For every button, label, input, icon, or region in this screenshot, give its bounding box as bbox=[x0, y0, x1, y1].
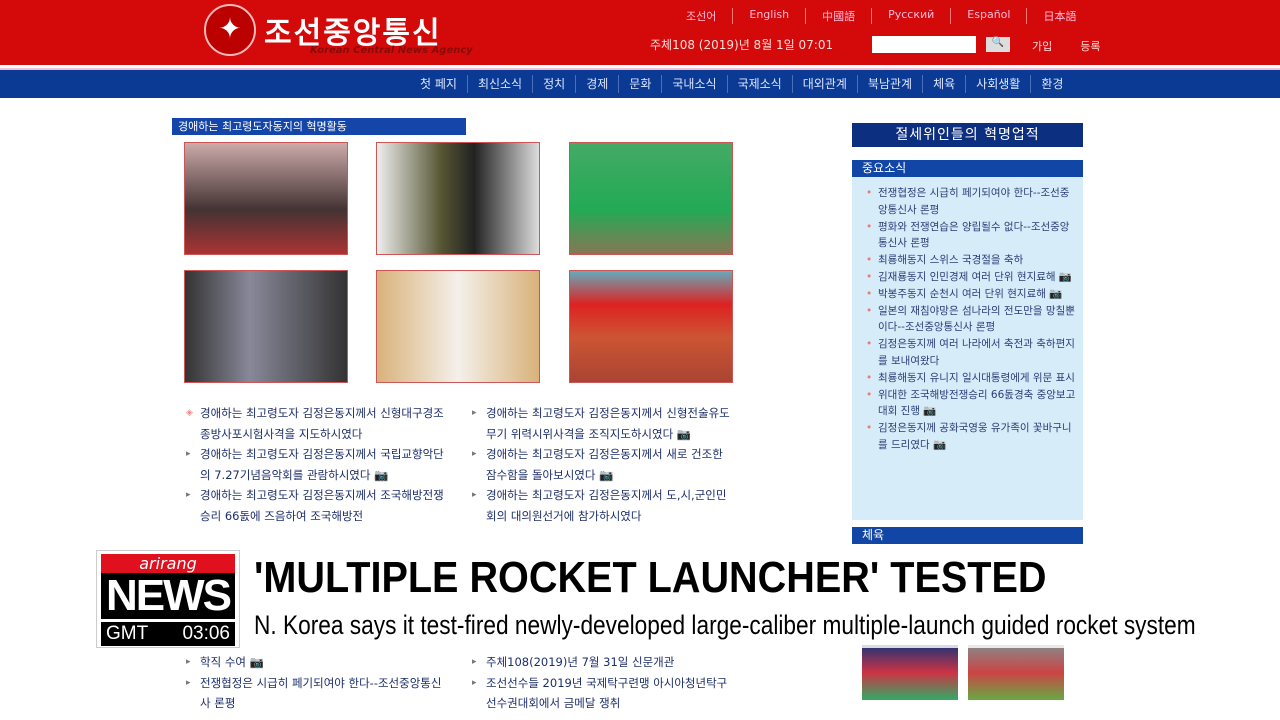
nav-item[interactable]: 체육 bbox=[922, 75, 965, 93]
time: 03:06 bbox=[182, 623, 230, 644]
sidebar-news-link[interactable]: 박봉주동지 순천시 여러 단위 현지료해 📷 bbox=[866, 286, 1077, 303]
sidebar-title[interactable]: 절세위인들의 혁명업적 bbox=[852, 123, 1083, 147]
news-link[interactable]: 경애하는 최고령도자 김정은동지께서 조국해방전쟁승리 66돐에 즈음하여 조국… bbox=[186, 485, 446, 526]
news-link[interactable]: 전쟁협정은 시급히 페기되여야 한다--조선중앙통신사 론평 bbox=[186, 673, 446, 714]
nav-item[interactable]: 사회생활 bbox=[965, 75, 1030, 93]
magnifier-icon: 🔍 bbox=[991, 37, 1005, 48]
news-list-right-bottom: 주체108(2019)년 7월 31일 신문개관 조선선수들 2019년 국제탁… bbox=[472, 652, 732, 714]
kcna-emblem-icon[interactable]: ✦ bbox=[204, 4, 256, 56]
news-link[interactable]: 경애하는 최고령도자 김정은동지께서 신형전술유도무기 위력시위사격을 조직지도… bbox=[472, 403, 732, 444]
site-logo-en: Korean Central News Agency bbox=[310, 45, 473, 56]
nav-item[interactable]: 국제소식 bbox=[726, 75, 792, 93]
lang-japanese[interactable]: 日本語 bbox=[1026, 8, 1092, 24]
site-header: ✦ 조선중앙통신 Korean Central News Agency 조선어 … bbox=[0, 0, 1280, 65]
section-title: 경애하는 최고령도자동지의 혁명활동 bbox=[172, 118, 466, 135]
search-button[interactable]: 🔍 bbox=[986, 37, 1010, 52]
nav-item[interactable]: 대외관계 bbox=[791, 75, 857, 93]
sidebar-news-link[interactable]: 최룡해동지 유니지 일시대통령에게 위문 표시 bbox=[866, 370, 1077, 387]
news-link[interactable]: 학직 수여 📷 bbox=[186, 652, 446, 673]
news-link[interactable]: 경애하는 최고령도자 김정은동지께서 국립교향악단의 7.27기념음악회를 관람… bbox=[186, 444, 446, 485]
sports-header[interactable]: 체육 bbox=[852, 527, 1083, 544]
sidebar-news-link[interactable]: 김정은동지께 여러 나라에서 축전과 축하편지를 보내여왔다 bbox=[866, 336, 1077, 370]
nav-item[interactable]: 국내소식 bbox=[661, 75, 726, 93]
language-menu: 조선어 English 中國語 Русский Español 日本語 bbox=[670, 8, 1092, 24]
news-photo[interactable] bbox=[184, 142, 348, 255]
news-label: NEWS bbox=[101, 573, 235, 619]
clock: GMT 03:06 bbox=[101, 622, 235, 646]
sports-photo[interactable] bbox=[968, 645, 1064, 700]
sidebar-news-link[interactable]: 김재룡동지 인민경제 여러 단위 현지료해 📷 bbox=[866, 269, 1077, 286]
lang-spanish[interactable]: Español bbox=[950, 8, 1026, 24]
timezone: GMT bbox=[106, 623, 149, 644]
nav-item[interactable]: 경제 bbox=[575, 75, 618, 93]
lang-russian[interactable]: Русский bbox=[871, 8, 950, 24]
news-photo[interactable] bbox=[184, 270, 348, 383]
news-link[interactable]: 경애하는 최고령도자 김정은동지께서 도,시,군인민회의 대의원선거에 참가하시… bbox=[472, 485, 732, 526]
news-list-right: 경애하는 최고령도자 김정은동지께서 신형전술유도무기 위력시위사격을 조직지도… bbox=[472, 403, 732, 526]
sidebar-news-link[interactable]: 평화와 전쟁연습은 양립될수 없다--조선중앙통신사 론평 bbox=[866, 219, 1077, 253]
nav-item[interactable]: 문화 bbox=[618, 75, 661, 93]
join-link[interactable]: 가입 bbox=[1032, 38, 1052, 54]
news-list-left: 경애하는 최고령도자 김정은동지께서 신형대구경조종방사포시험사격을 지도하시였… bbox=[186, 403, 446, 526]
login-link[interactable]: 등록 bbox=[1080, 38, 1100, 54]
sidebar-news-link[interactable]: 김정은동지께 공화국영웅 유가족이 꽃바구니를 드리였다 📷 bbox=[866, 420, 1077, 454]
nav-item[interactable]: 환경 bbox=[1030, 75, 1073, 93]
important-news-box: 중요소식 전쟁협정은 시급히 페기되여야 한다--조선중앙통신사 론평 평화와 … bbox=[852, 160, 1083, 520]
nav-item[interactable]: 북남관계 bbox=[856, 75, 922, 93]
news-link[interactable]: 조선선수들 2019년 국제탁구련맹 아시아청년탁구선수권대회에서 금메달 쟁취 bbox=[472, 673, 732, 714]
sidebar-news-link[interactable]: 최룡해동지 스위스 국경절을 축하 bbox=[866, 252, 1077, 269]
nav-item[interactable]: 정치 bbox=[532, 75, 575, 93]
important-news-header: 중요소식 bbox=[852, 160, 1083, 177]
date-display: 주체108 (2019)년 8월 1일 07:01 bbox=[650, 38, 834, 52]
main-nav: 첫 페지 최신소식 정치 경제 문화 국내소식 국제소식 대외관계 북남관계 체육 사회생활 환경 bbox=[0, 68, 1280, 98]
subtitle: N. Korea says it test-fired newly-develo… bbox=[254, 610, 1196, 640]
news-link[interactable]: 경애하는 최고령도자 김정은동지께서 신형대구경조종방사포시험사격을 지도하시였… bbox=[186, 403, 446, 444]
sidebar-news-link[interactable]: 일본의 재침야망은 섬나라의 전도만을 망칠뿐이다--조선중앙통신사 론평 bbox=[866, 303, 1077, 337]
nav-item[interactable]: 첫 페지 bbox=[410, 75, 467, 93]
news-photo[interactable] bbox=[376, 142, 540, 255]
sports-photo[interactable] bbox=[862, 645, 958, 700]
news-photo[interactable] bbox=[376, 270, 540, 383]
headline: 'MULTIPLE ROCKET LAUNCHER' TESTED bbox=[254, 553, 1047, 602]
news-link[interactable]: 경애하는 최고령도자 김정은동지께서 새로 건조한 잠수함을 돌아보시였다 📷 bbox=[472, 444, 732, 485]
lang-english[interactable]: English bbox=[732, 8, 805, 24]
sidebar-news-link[interactable]: 위대한 조국해방전쟁승리 66돐경축 중앙보고대회 진행 📷 bbox=[866, 387, 1077, 421]
lang-chinese[interactable]: 中國語 bbox=[805, 8, 871, 24]
search-input[interactable] bbox=[872, 36, 976, 53]
news-list-left-bottom: 학직 수여 📷 전쟁협정은 시급히 페기되여야 한다--조선중앙통신사 론평 bbox=[186, 652, 446, 714]
arirang-news-logo: arirang NEWS GMT 03:06 bbox=[96, 550, 240, 648]
news-link[interactable]: 주체108(2019)년 7월 31일 신문개관 bbox=[472, 652, 732, 673]
nav-item[interactable]: 최신소식 bbox=[466, 75, 532, 93]
lang-korean[interactable]: 조선어 bbox=[670, 8, 732, 24]
sidebar-news-link[interactable]: 전쟁협정은 시급히 페기되여야 한다--조선중앙통신사 론평 bbox=[866, 185, 1077, 219]
news-photo[interactable] bbox=[569, 142, 733, 255]
news-photo[interactable] bbox=[569, 270, 733, 383]
